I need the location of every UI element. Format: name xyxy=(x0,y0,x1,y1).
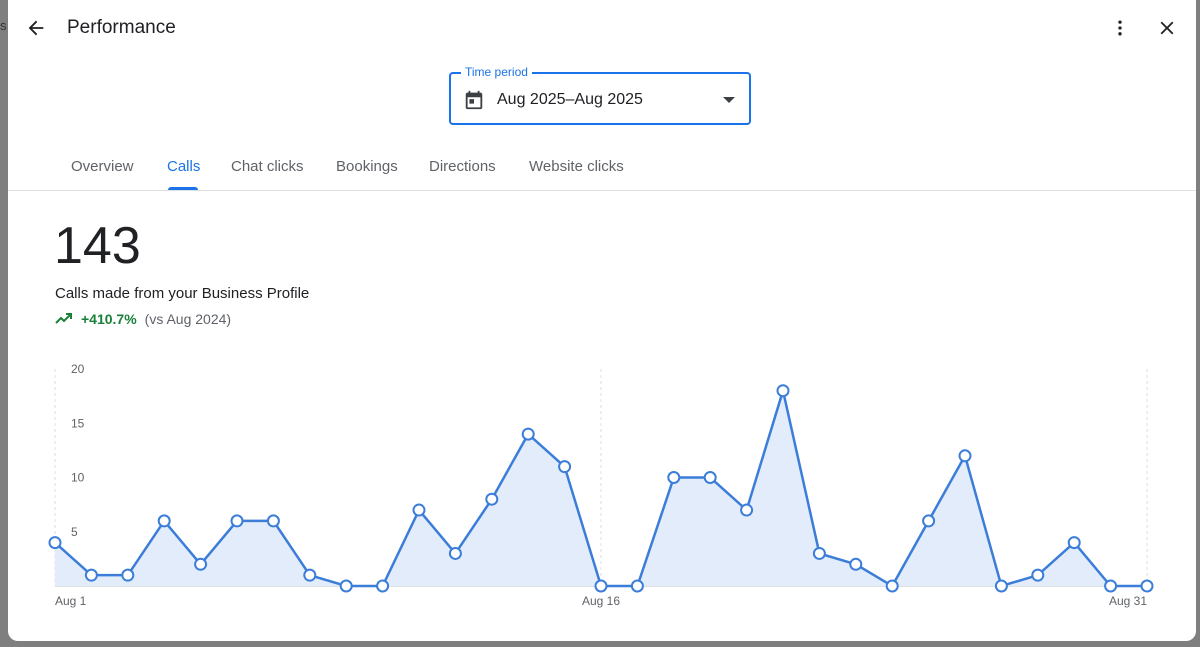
data-point[interactable] xyxy=(776,384,790,398)
x-tick-label: Aug 16 xyxy=(582,594,620,608)
data-point[interactable] xyxy=(630,579,644,593)
data-point[interactable] xyxy=(121,568,135,582)
data-point[interactable] xyxy=(994,579,1008,593)
data-point[interactable] xyxy=(412,503,426,517)
data-point[interactable] xyxy=(558,460,572,474)
back-button[interactable] xyxy=(16,8,56,48)
page-title: Performance xyxy=(67,17,176,38)
data-point[interactable] xyxy=(157,514,171,528)
calls-chart: 5 10 15 20 Aug 1 Aug 16 Aug 31 xyxy=(48,362,1154,608)
performance-dialog: Performance Time period Aug 2025–Aug 202… xyxy=(8,0,1196,641)
data-point[interactable] xyxy=(1031,568,1045,582)
data-point[interactable] xyxy=(303,568,317,582)
tab-bookings[interactable]: Bookings xyxy=(336,158,398,175)
arrow-back-icon xyxy=(28,20,44,36)
dropdown-arrow-icon xyxy=(723,97,735,103)
calendar-icon xyxy=(465,90,483,110)
change-percentage: +410.7% xyxy=(81,311,137,327)
more-vert-icon xyxy=(1118,20,1122,36)
x-tick-label: Aug 31 xyxy=(1109,594,1147,608)
data-point[interactable] xyxy=(485,492,499,506)
data-point[interactable] xyxy=(922,514,936,528)
total-calls-value: 143 xyxy=(54,217,141,275)
tab-calls[interactable]: Calls xyxy=(167,158,200,175)
data-point[interactable] xyxy=(376,579,390,593)
data-point[interactable] xyxy=(1067,536,1081,550)
data-point[interactable] xyxy=(885,579,899,593)
data-point[interactable] xyxy=(812,546,826,560)
data-point[interactable] xyxy=(703,471,717,484)
more-options-button[interactable] xyxy=(1100,8,1140,48)
data-point[interactable] xyxy=(48,536,62,550)
tab-website-clicks[interactable]: Website clicks xyxy=(529,158,624,175)
data-point[interactable] xyxy=(849,557,863,571)
metric-description: Calls made from your Business Profile xyxy=(55,285,310,302)
x-tick-label: Aug 1 xyxy=(55,594,87,608)
y-tick-label: 15 xyxy=(71,416,85,430)
comparison-period: (vs Aug 2024) xyxy=(144,311,232,327)
change-indicator: +410.7% (vs Aug 2024) xyxy=(55,311,231,327)
tab-directions[interactable]: Directions xyxy=(429,158,496,175)
data-point[interactable] xyxy=(594,579,608,593)
data-point[interactable] xyxy=(958,449,972,463)
data-point[interactable] xyxy=(339,579,353,593)
data-point[interactable] xyxy=(84,568,98,582)
time-period-value: Aug 2025–Aug 2025 xyxy=(497,91,643,108)
data-point[interactable] xyxy=(230,514,244,528)
time-period-label: Time period xyxy=(461,65,532,79)
close-button[interactable] xyxy=(1147,8,1187,48)
y-tick-label: 5 xyxy=(71,525,78,539)
data-point[interactable] xyxy=(667,471,681,484)
tab-bar: Overview Calls Chat clicks Bookings Dire… xyxy=(8,148,1196,191)
close-icon xyxy=(1160,21,1174,35)
data-point[interactable] xyxy=(1104,579,1118,593)
trending-up-icon xyxy=(55,313,72,324)
y-tick-label: 20 xyxy=(71,362,85,376)
time-period-select[interactable]: Time period Aug 2025–Aug 2025 xyxy=(449,65,751,125)
y-tick-label: 10 xyxy=(71,471,85,485)
data-point[interactable] xyxy=(521,427,535,441)
data-point[interactable] xyxy=(1140,579,1154,593)
data-point[interactable] xyxy=(266,514,280,528)
tab-chat-clicks[interactable]: Chat clicks xyxy=(231,158,304,175)
active-tab-indicator xyxy=(168,187,198,190)
data-point[interactable] xyxy=(740,503,754,517)
data-point[interactable] xyxy=(194,557,208,571)
tab-overview[interactable]: Overview xyxy=(71,158,134,175)
backdrop-fragment: s xyxy=(0,18,7,33)
data-point[interactable] xyxy=(448,546,462,560)
